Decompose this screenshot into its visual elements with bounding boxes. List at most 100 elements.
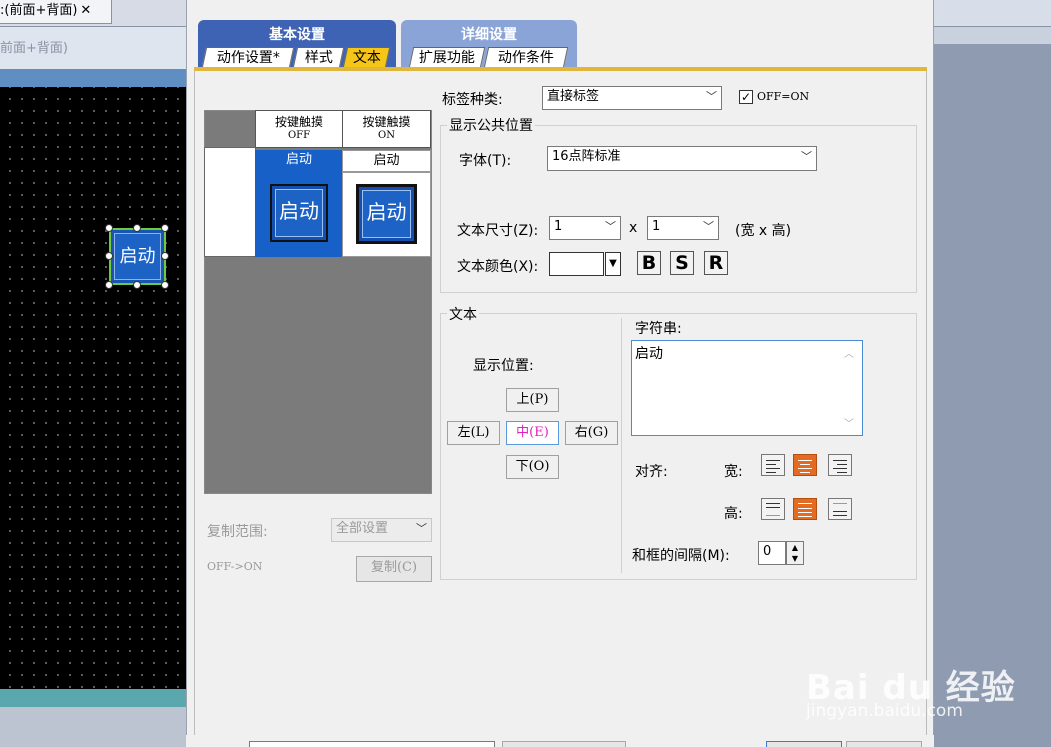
align-left-icon[interactable] [761,454,785,476]
frame-gap-value: 0 [763,544,772,559]
position-left-button[interactable]: 左(L) [447,421,500,445]
text-color-swatch[interactable] [549,252,604,276]
off-on-checkbox-label: OFF=ON [757,90,810,103]
text-group-legend: 文本 [447,304,479,324]
copy-button[interactable]: 复制(C) [356,556,432,582]
preview-button-on-text: 启动 [362,190,411,238]
preview-header-off-line1: 按键触摸 [274,115,323,129]
position-center-button[interactable]: 中(E) [506,421,559,445]
resize-handle[interactable] [161,252,169,260]
off-on-checkbox[interactable]: ✓ [739,90,753,104]
align-height-label: 高: [724,506,743,522]
align-center-icon[interactable] [793,454,817,476]
resize-handle[interactable] [133,281,141,289]
reverse-button[interactable]: R [704,251,728,275]
chevron-down-icon: ﹀ [703,220,714,233]
preview-button-off: 启动 [270,184,328,242]
chevron-down-icon: ﹀ [416,522,427,535]
view-label: 前面+背面) [0,41,68,56]
ruler-strip [0,69,186,87]
scroll-down-icon[interactable]: ﹀ [844,415,854,430]
shadow-button[interactable]: S [670,251,694,275]
text-size-label: 文本尺寸(Z): [457,223,539,239]
screen-canvas[interactable] [0,87,186,689]
position-right-button[interactable]: 右(G) [565,421,618,445]
string-value: 启动 [635,346,663,362]
spin-down-icon[interactable]: ▼ [787,553,803,564]
string-textarea[interactable]: 启动 [631,340,863,436]
copy-direction-label: OFF->ON [207,560,263,573]
text-size-height-select[interactable]: 1 ﹀ [647,216,719,240]
cancel-button[interactable] [846,741,922,747]
label-type-label: 标签种类: [442,92,503,108]
subtab-action-settings[interactable]: 动作设置* [201,47,295,68]
label-type-select[interactable]: 直接标签 ﹀ [542,86,722,110]
scroll-up-icon[interactable]: ︿ [844,345,854,360]
resize-handle[interactable] [161,281,169,289]
canvas-scroll-strip [0,689,186,707]
subtab-text[interactable]: 文本 [342,47,391,68]
resize-handle[interactable] [105,224,113,232]
preview-row-header [204,147,256,257]
resize-handle[interactable] [105,252,113,260]
editor-bottom-area [0,707,186,747]
preview-header-off-line2: OFF [287,130,311,141]
text-color-label: 文本颜色(X): [457,259,539,275]
copy-range-label: 复制范围: [207,524,268,540]
tab-detail-title: 详细设置 [461,27,517,43]
preview-header-on-line2: ON [378,130,395,141]
chevron-down-icon: ﹀ [605,220,616,233]
preview-label-off[interactable]: 启动 [255,150,343,172]
subtab-extensions[interactable]: 扩展功能 [408,47,486,68]
bottom-field[interactable] [249,741,495,747]
text-size-width-value: 1 [554,219,563,234]
display-position-label: 显示位置: [473,358,534,374]
canvas-start-button[interactable]: 启动 [109,228,166,285]
bold-button[interactable]: B [637,251,661,275]
copy-range-select[interactable]: 全部设置 ﹀ [331,518,432,542]
text-size-height-value: 1 [652,219,661,234]
ok-button[interactable] [766,741,842,747]
preview-header-on: 按键触摸 ON [342,110,431,148]
bottom-button[interactable] [502,741,626,747]
workspace-background [934,0,1051,747]
align-middle-icon[interactable] [793,498,817,520]
text-group-divider [621,318,622,573]
align-label: 对齐: [635,464,668,480]
view-label-bar: 前面+背面) [0,27,186,69]
resize-handle[interactable] [133,224,141,232]
string-label: 字符串: [635,321,682,337]
resize-handle[interactable] [105,281,113,289]
align-right-icon[interactable] [828,454,852,476]
position-up-button[interactable]: 上(P) [506,388,559,412]
preview-button-off-text: 启动 [275,189,323,237]
subtab-action-conditions[interactable]: 动作条件 [483,47,569,68]
chevron-down-icon: ﹀ [706,90,717,103]
align-bottom-icon[interactable] [828,498,852,520]
subtab-text-label: 文本 [352,50,381,66]
text-size-width-select[interactable]: 1 ﹀ [549,216,621,240]
color-dropdown-icon[interactable]: ▼ [605,252,621,276]
subtab-extensions-label: 扩展功能 [418,50,475,66]
tab-strip-right [934,0,1051,27]
frame-gap-spinner[interactable]: ▲ ▼ [786,541,804,565]
view-bar-right [934,27,1051,44]
position-down-button[interactable]: 下(O) [506,455,559,479]
subtab-style-label: 样式 [304,50,333,66]
copy-range-value: 全部设置 [336,521,389,536]
subtab-style[interactable]: 样式 [292,47,345,68]
size-x-label: x [629,220,638,236]
preview-button-on: 启动 [356,184,417,244]
close-icon[interactable]: ✕ [80,3,91,18]
preview-label-on[interactable]: 启动 [342,150,431,172]
preview-header-on-line1: 按键触摸 [362,115,411,129]
resize-handle[interactable] [161,224,169,232]
document-tab[interactable]: :(前面+背面) ✕ [0,0,112,24]
frame-gap-input[interactable]: 0 [758,541,786,565]
spin-up-icon[interactable]: ▲ [787,542,803,553]
align-top-icon[interactable] [761,498,785,520]
subtab-action-label: 动作设置* [216,50,280,66]
font-select[interactable]: 16点阵标准 ﹀ [547,146,817,171]
align-width-label: 宽: [724,464,743,480]
subtab-conditions-label: 动作条件 [497,50,554,66]
